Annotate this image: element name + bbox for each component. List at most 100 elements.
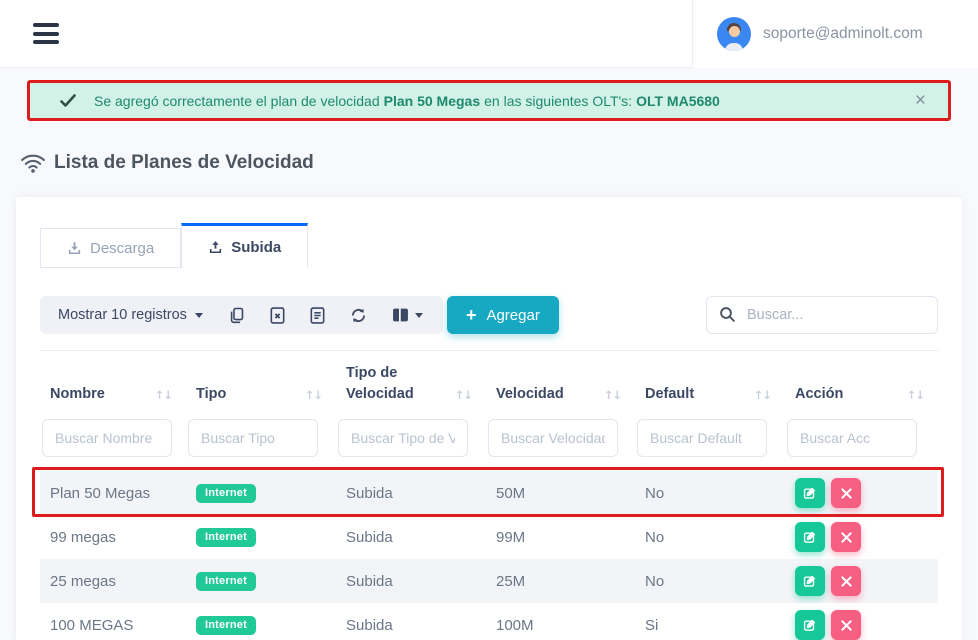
- alert-close-icon[interactable]: ×: [907, 91, 934, 110]
- close-x-icon: [841, 620, 852, 631]
- user-email: soporte@adminolt.com: [763, 25, 923, 43]
- cell-nombre: 25 megas: [40, 573, 186, 590]
- refresh-icon[interactable]: [350, 307, 367, 324]
- edit-button[interactable]: [795, 478, 825, 508]
- upload-icon: [208, 240, 223, 255]
- excel-export-icon[interactable]: [270, 307, 285, 324]
- add-plan-button[interactable]: + Agregar: [447, 296, 559, 334]
- filter-default-input[interactable]: [637, 419, 767, 457]
- cell-default: Si: [635, 617, 785, 634]
- table-header-row: Nombre↑↓ Tipo↑↓ Tipo de Velocidad↑↓ Velo…: [40, 350, 938, 415]
- cell-tipo-velocidad: Subida: [336, 573, 486, 590]
- sort-icon[interactable]: ↑↓: [155, 387, 172, 404]
- cell-velocidad: 50M: [486, 485, 635, 502]
- cell-nombre: 100 MEGAS: [40, 617, 186, 634]
- filter-tipo-velocidad-input[interactable]: [338, 419, 468, 457]
- filter-tipo-input[interactable]: [188, 419, 318, 457]
- sort-icon[interactable]: ↑↓: [907, 387, 924, 404]
- table-row[interactable]: 25 megas Internet Subida 25M No: [40, 559, 938, 603]
- edit-button[interactable]: [795, 522, 825, 552]
- caret-down-icon: [195, 313, 203, 318]
- columns-visibility-icon[interactable]: [392, 307, 423, 323]
- file-export-icon[interactable]: [310, 307, 325, 324]
- sort-icon[interactable]: ↑↓: [455, 387, 472, 404]
- cell-velocidad: 100M: [486, 617, 635, 634]
- alert-text-middle: en las siguientes OLT's:: [484, 93, 632, 109]
- alert-message: Se agregó correctamente el plan de veloc…: [94, 93, 724, 109]
- sort-icon[interactable]: ↑↓: [305, 387, 322, 404]
- plans-card: Descarga Subida Mostrar 10 registros: [16, 197, 962, 640]
- table-row[interactable]: 99 megas Internet Subida 99M No: [40, 515, 938, 559]
- tab-descarga-label: Descarga: [90, 240, 154, 257]
- table-row[interactable]: 100 MEGAS Internet Subida 100M Si: [40, 603, 938, 640]
- download-icon: [67, 241, 82, 256]
- menu-hamburger-icon[interactable]: [33, 23, 59, 44]
- show-entries-dropdown[interactable]: Mostrar 10 registros: [58, 307, 203, 323]
- tab-subida-label: Subida: [231, 239, 281, 256]
- delete-button[interactable]: [831, 478, 861, 508]
- tipo-badge: Internet: [196, 528, 256, 547]
- filter-velocidad-input[interactable]: [488, 419, 618, 457]
- caret-down-icon: [415, 313, 423, 318]
- copy-icon[interactable]: [228, 307, 245, 324]
- user-menu[interactable]: soporte@adminolt.com: [692, 0, 978, 68]
- edit-button[interactable]: [795, 566, 825, 596]
- show-entries-label: Mostrar 10 registros: [58, 307, 187, 323]
- edit-pencil-icon: [803, 574, 817, 588]
- tipo-badge: Internet: [196, 484, 256, 503]
- speed-tabs: Descarga Subida: [40, 223, 938, 268]
- cell-tipo-velocidad: Subida: [336, 529, 486, 546]
- add-plan-label: Agregar: [486, 307, 539, 324]
- filter-accion-input[interactable]: [787, 419, 917, 457]
- close-x-icon: [841, 532, 852, 543]
- sort-icon[interactable]: ↑↓: [604, 387, 621, 404]
- column-header-tipo-velocidad[interactable]: Tipo de Velocidad↑↓: [336, 363, 486, 405]
- cell-velocidad: 99M: [486, 529, 635, 546]
- search-icon: [719, 306, 736, 323]
- column-header-nombre[interactable]: Nombre↑↓: [40, 384, 186, 405]
- plans-table: Nombre↑↓ Tipo↑↓ Tipo de Velocidad↑↓ Velo…: [40, 350, 938, 640]
- column-header-accion[interactable]: Acción↑↓: [785, 384, 938, 405]
- column-header-default[interactable]: Default↑↓: [635, 384, 785, 405]
- alert-plan-name: Plan 50 Megas: [384, 93, 481, 109]
- table-filter-row: [40, 415, 938, 471]
- cell-tipo-velocidad: Subida: [336, 485, 486, 502]
- top-header: soporte@adminolt.com: [0, 0, 978, 68]
- user-avatar: [717, 17, 751, 51]
- edit-pencil-icon: [803, 486, 817, 500]
- sort-icon[interactable]: ↑↓: [754, 387, 771, 404]
- plus-icon: +: [466, 306, 477, 324]
- column-header-tipo[interactable]: Tipo↑↓: [186, 384, 336, 405]
- alert-text-prefix: Se agregó correctamente el plan de veloc…: [94, 93, 380, 109]
- wifi-icon: [20, 151, 46, 175]
- delete-button[interactable]: [831, 522, 861, 552]
- global-search-input[interactable]: [706, 296, 938, 334]
- tipo-badge: Internet: [196, 572, 256, 591]
- check-icon: [60, 94, 76, 108]
- table-row[interactable]: Plan 50 Megas Internet Subida 50M No: [40, 471, 938, 515]
- cell-velocidad: 25M: [486, 573, 635, 590]
- tab-subida[interactable]: Subida: [181, 223, 308, 268]
- cell-tipo-velocidad: Subida: [336, 617, 486, 634]
- cell-default: No: [635, 573, 785, 590]
- delete-button[interactable]: [831, 566, 861, 596]
- filter-nombre-input[interactable]: [42, 419, 172, 457]
- edit-pencil-icon: [803, 530, 817, 544]
- success-alert: Se agregó correctamente el plan de veloc…: [27, 80, 951, 121]
- annotation-box-alert: Se agregó correctamente el plan de veloc…: [27, 80, 951, 121]
- tab-descarga[interactable]: Descarga: [40, 228, 181, 268]
- table-toolbar: Mostrar 10 registros: [40, 296, 443, 334]
- cell-nombre: Plan 50 Megas: [40, 485, 186, 502]
- edit-pencil-icon: [803, 618, 817, 632]
- tipo-badge: Internet: [196, 616, 256, 635]
- cell-default: No: [635, 529, 785, 546]
- close-x-icon: [841, 576, 852, 587]
- alert-olt-name: OLT MA5680: [636, 93, 720, 109]
- column-header-velocidad[interactable]: Velocidad↑↓: [486, 384, 635, 405]
- close-x-icon: [841, 488, 852, 499]
- edit-button[interactable]: [795, 610, 825, 640]
- cell-nombre: 99 megas: [40, 529, 186, 546]
- delete-button[interactable]: [831, 610, 861, 640]
- page-title: Lista de Planes de Velocidad: [54, 152, 314, 174]
- cell-default: No: [635, 485, 785, 502]
